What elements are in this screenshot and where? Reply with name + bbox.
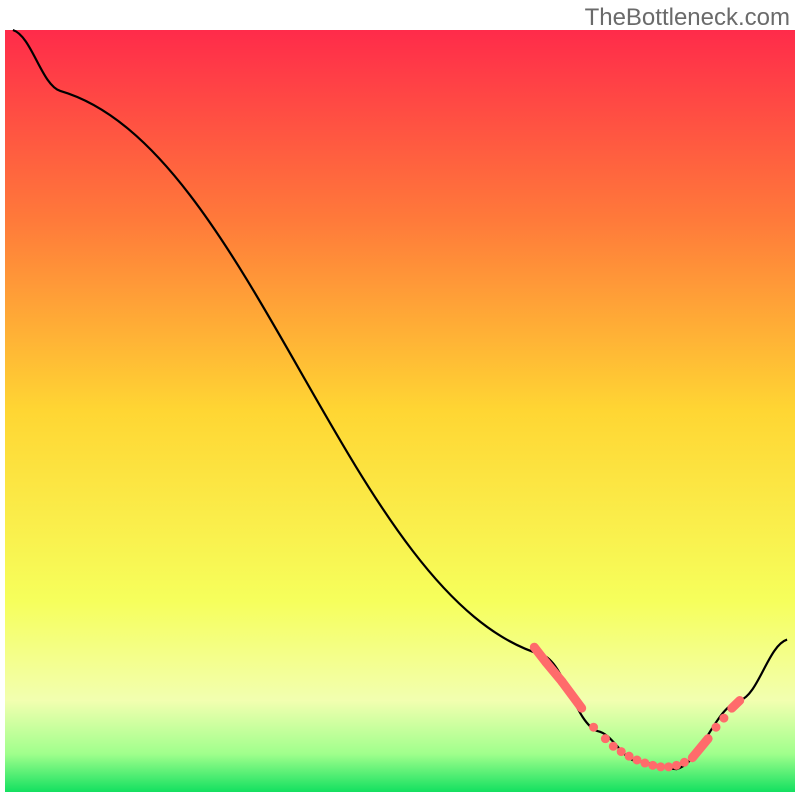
marker-dot bbox=[640, 759, 649, 768]
marker-dot bbox=[601, 734, 610, 743]
marker-dash bbox=[732, 701, 740, 709]
marker-dot bbox=[589, 723, 598, 732]
marker-dot bbox=[609, 742, 618, 751]
marker-dot bbox=[656, 762, 665, 771]
marker-dot bbox=[672, 761, 681, 770]
chart-svg bbox=[0, 0, 800, 800]
marker-dot bbox=[680, 758, 689, 767]
watermark-text: TheBottleneck.com bbox=[585, 4, 790, 32]
marker-dot bbox=[625, 752, 634, 761]
marker-dot bbox=[617, 747, 626, 756]
chart-container: TheBottleneck.com bbox=[0, 0, 800, 800]
marker-dot bbox=[719, 714, 728, 723]
marker-dot bbox=[664, 762, 673, 771]
marker-dot bbox=[633, 755, 642, 764]
marker-dot bbox=[648, 761, 657, 770]
plot-background bbox=[5, 30, 795, 792]
marker-dot bbox=[712, 723, 721, 732]
